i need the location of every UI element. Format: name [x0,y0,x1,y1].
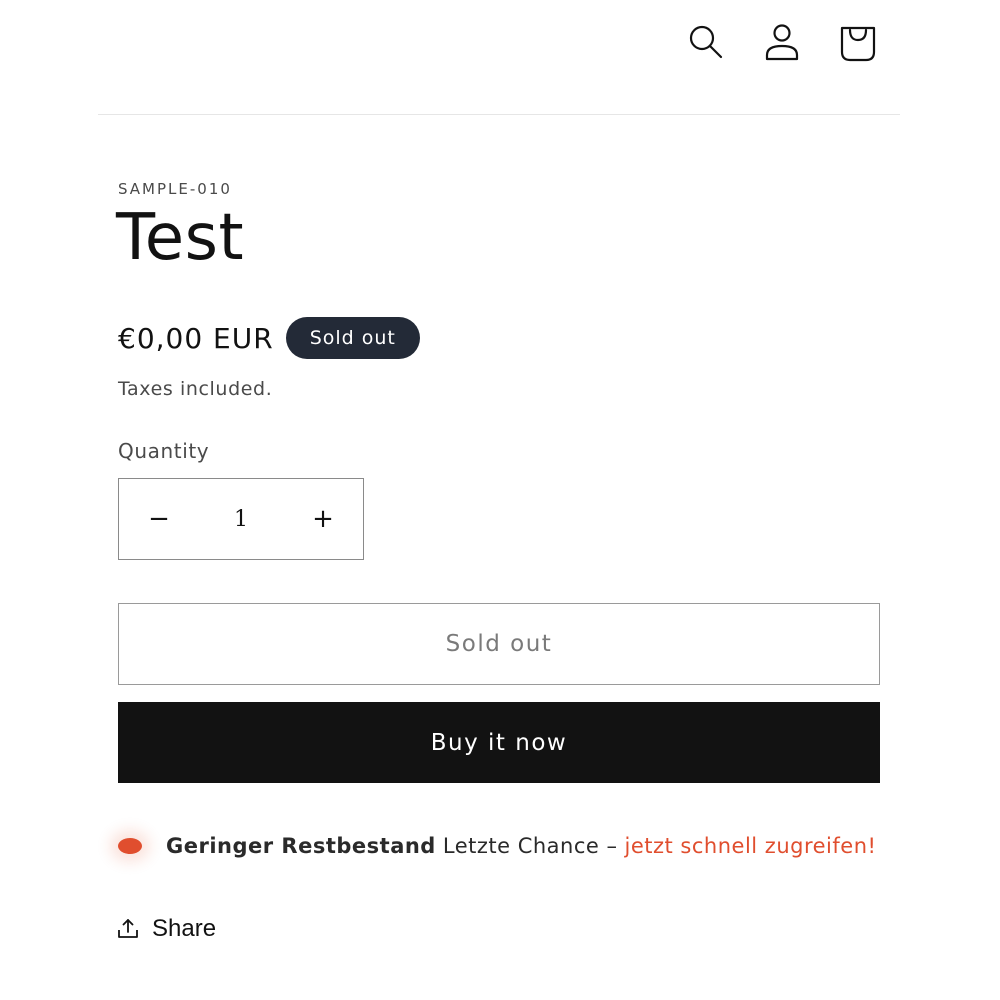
quantity-increase-button[interactable]: + [283,479,363,559]
account-icon [765,24,799,61]
stock-indicator-dot [118,838,142,854]
quantity-input[interactable]: 1 [199,507,283,532]
share-label: Share [152,915,217,942]
quantity-stepper: − 1 + [118,478,364,560]
quantity-decrease-button[interactable]: − [119,479,199,559]
quantity-label: Quantity [118,439,210,463]
header-divider [98,114,900,115]
header-icons [682,18,882,68]
taxes-note: Taxes included. [118,378,273,400]
sold-out-badge: Sold out [285,317,420,359]
product-price: €0,00 EUR [118,321,274,355]
search-button[interactable] [682,18,730,66]
stock-notice: Geringer Restbestand Letzte Chance – jet… [118,828,876,864]
product-title: Test [116,201,245,275]
stock-cta: jetzt schnell zugreifen! [624,834,877,858]
cart-button[interactable] [834,18,882,66]
account-button[interactable] [758,18,806,66]
stock-level-label: Geringer Restbestand [166,834,436,858]
product-sku: SAMPLE-010 [118,180,232,198]
share-button[interactable]: Share [116,912,216,946]
sold-out-button[interactable]: Sold out [118,603,880,685]
share-icon [118,919,138,938]
price-row: €0,00 EUR Sold out [118,316,420,360]
product-page: SAMPLE-010 Test €0,00 EUR Sold out Taxes… [0,0,1000,1000]
search-icon [689,25,723,59]
buy-now-button[interactable]: Buy it now [118,702,880,783]
cart-icon [840,26,876,62]
stock-message: Letzte Chance – [442,834,618,858]
